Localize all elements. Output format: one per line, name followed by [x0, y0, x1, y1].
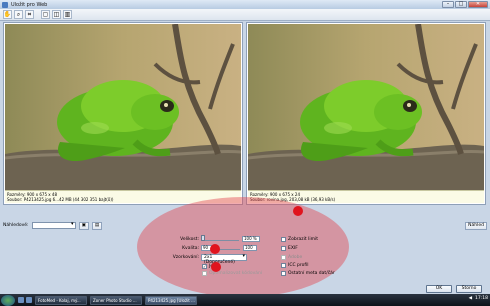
frog-photo-optimized — [248, 24, 484, 191]
subsampling-label: Vzorkování: — [172, 254, 199, 260]
marker-file-size — [293, 206, 303, 216]
subsampling-select[interactable]: 2x1 (Doporučené) — [201, 253, 247, 265]
frog-photo-original — [5, 24, 241, 191]
resize-max: 100 — [243, 245, 257, 251]
quick-launch — [18, 297, 32, 303]
optimize-checkbox — [202, 270, 207, 276]
optimized-preview-pane[interactable]: Rozměry: 900 x 675 x 24 Soubor: rovina.j… — [246, 22, 486, 205]
single-view-icon[interactable]: ▢ — [41, 10, 50, 19]
save-icon[interactable]: ▣ — [78, 221, 89, 230]
compare-view-icon[interactable]: ▥ — [63, 10, 72, 19]
browser-icon[interactable] — [26, 297, 32, 303]
system-tray: ◀ 17:18 — [469, 296, 488, 301]
quality-slider-knob[interactable] — [201, 235, 205, 241]
preview-button[interactable]: Náhled — [465, 221, 487, 230]
window-title: Uložit pro Web — [11, 1, 48, 8]
option-icc-profile[interactable]: ICC profil — [281, 263, 309, 268]
minimize-button[interactable]: – — [442, 1, 454, 8]
folder-icon[interactable]: ▤ — [91, 221, 103, 230]
original-info: Rozměry: 900 x 675 x 48 Soubor: P4213425… — [5, 190, 241, 203]
hand-icon[interactable]: ✋ — [3, 10, 12, 19]
crop-icon[interactable]: ⌗ — [25, 10, 34, 19]
cancel-button[interactable]: Storno — [456, 285, 482, 293]
split-view-icon[interactable]: ◫ — [52, 10, 61, 19]
quality-value[interactable]: 100 % — [242, 236, 260, 242]
zoom-select[interactable] — [31, 222, 76, 229]
quality-slider[interactable] — [201, 235, 239, 241]
zoom-row: Náhledové: ▣ ▤ Náhled — [3, 220, 487, 231]
option-exif[interactable]: EXIF — [281, 246, 298, 251]
start-button[interactable] — [1, 294, 15, 306]
option-show-limit[interactable]: Zobrazit limit — [281, 237, 318, 242]
original-file-info: Soubor: P4213425.jpg 6...42 MB (44 302 3… — [7, 197, 114, 202]
optimized-file-info: Soubor: rovina.jpg, 203,08 kB (36,93 kB/… — [250, 197, 336, 202]
task-fotomed[interactable]: FotoMed - Kolaj, mý... — [35, 295, 87, 305]
quality-label: Velikost: — [180, 236, 199, 242]
toolbar: ✋ ⌕ ⌗ ▢ ◫ ▥ — [0, 9, 490, 21]
marker-progressive — [211, 262, 221, 272]
resize-slider[interactable] — [218, 246, 240, 250]
marker-quality — [210, 244, 220, 254]
app-icon — [2, 1, 8, 8]
title-bar: Uložit pro Web – □ ✕ — [0, 0, 490, 9]
ok-button[interactable]: OK — [426, 285, 452, 293]
optimized-info: Rozměry: 900 x 675 x 24 Soubor: rovina.j… — [248, 190, 484, 203]
zoom-icon[interactable]: ⌕ — [14, 10, 23, 19]
original-preview-pane[interactable]: Rozměry: 900 x 675 x 48 Soubor: P4213425… — [3, 22, 243, 205]
option-adobe: Adobe — [281, 255, 302, 260]
desktop-icon[interactable] — [18, 297, 24, 303]
option-other-metadata[interactable]: Ostatní meta dat/čár — [281, 271, 335, 276]
close-button[interactable]: ✕ — [468, 1, 488, 8]
clock[interactable]: 17:18 — [475, 296, 488, 301]
dialog-buttons: OK Storno — [426, 285, 482, 293]
volume-icon[interactable]: ◀ — [469, 296, 472, 301]
taskbar: FotoMed - Kolaj, mý... Zoner Photo Studi… — [0, 294, 490, 306]
resize-label: Kvalita: — [182, 245, 199, 251]
zoom-label: Náhledové: — [3, 223, 29, 228]
task-zoner[interactable]: Zoner Photo Studio ... — [90, 295, 142, 305]
progressive-checkbox[interactable]: ✓ — [202, 263, 207, 269]
task-save-for-web[interactable]: P4213425.jpg [Uložit ... — [145, 295, 197, 305]
maximize-button[interactable]: □ — [455, 1, 467, 8]
